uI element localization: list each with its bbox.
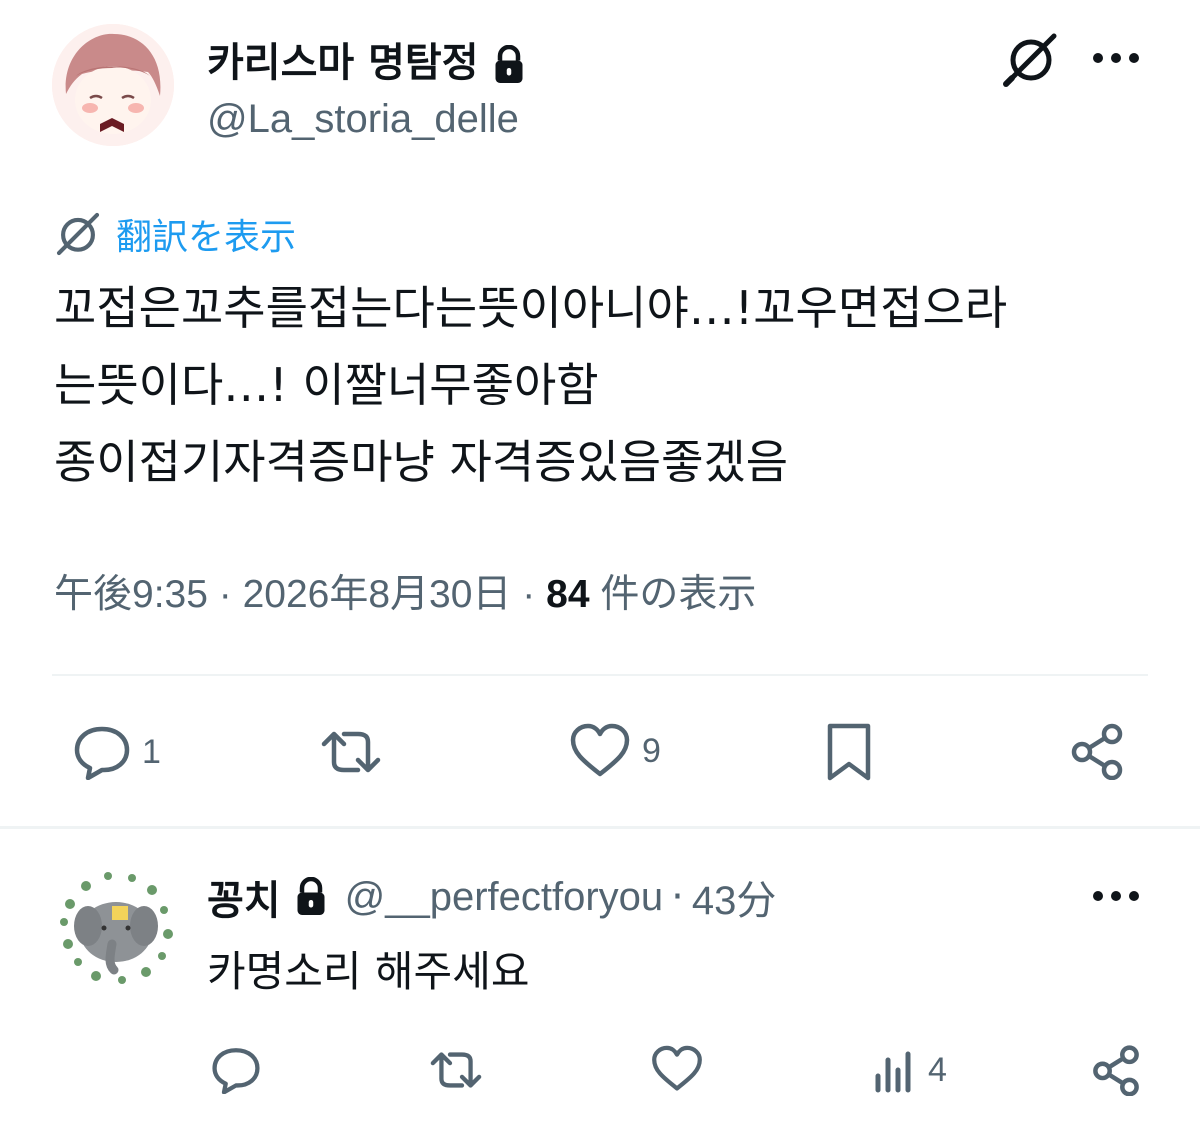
share-icon <box>1068 722 1126 780</box>
reply-views-button[interactable]: 4 <box>874 1046 947 1094</box>
like-button[interactable]: 9 <box>568 722 661 780</box>
retweet-button[interactable] <box>316 724 386 780</box>
translate-label[interactable]: 翻訳を表示 <box>116 208 296 260</box>
reply-retweet-button[interactable] <box>426 1046 486 1094</box>
reply-count: 1 <box>142 732 161 771</box>
tweet-meta: 午後9:35 · 2026年8月30日 · 84 件の表示 <box>54 563 756 619</box>
reply-author-handle[interactable]: @__perfectforyou <box>345 875 664 920</box>
tweet-date[interactable]: 2026年8月30日 <box>243 573 512 616</box>
translate-link[interactable]: 翻訳を表示 <box>54 208 296 260</box>
bookmark-button[interactable] <box>824 722 874 782</box>
reply-button[interactable]: 1 <box>72 724 161 780</box>
views-label: 件の表示 <box>600 573 757 616</box>
reply-header: 꽁치 @__perfectforyou · 43分 <box>207 868 776 926</box>
reply-author-avatar[interactable] <box>52 864 178 990</box>
reply-like-button[interactable] <box>650 1044 704 1094</box>
like-count: 9 <box>642 731 661 770</box>
tweet-text-line: 는뜻이다…! 이짤너무좋아함 <box>54 358 599 412</box>
author-handle[interactable]: @La_storia_delle <box>207 97 519 142</box>
reply-time[interactable]: 43分 <box>692 868 777 926</box>
tweet-text: 꼬접은꼬추를접는다는뜻이아니야…!꼬우면접으라 는뜻이다…! 이짤너무좋아함 종… <box>54 270 1164 501</box>
meta-separator: · <box>218 573 232 616</box>
author-display-name[interactable]: 카리스마 명탐정 <box>207 30 527 88</box>
like-icon <box>568 722 632 780</box>
reply-author-name[interactable]: 꽁치 <box>207 868 281 926</box>
divider <box>52 674 1148 676</box>
author-avatar[interactable] <box>52 24 174 146</box>
more-icon <box>1092 890 1140 902</box>
views-count: 84 <box>546 573 590 616</box>
more-icon <box>1092 52 1140 64</box>
meta-separator: · <box>522 573 536 616</box>
bookmark-icon <box>824 722 874 782</box>
translate-icon <box>54 210 102 258</box>
share-button[interactable] <box>1068 722 1126 780</box>
section-divider <box>0 826 1200 829</box>
tweet-text-line: 종이접기자격증마냥 자격증있음좋겠음 <box>54 435 789 489</box>
lock-icon <box>491 45 527 85</box>
reply-more-options-button[interactable] <box>1086 876 1146 916</box>
tweet-time[interactable]: 午後9:35 <box>54 573 208 616</box>
retweet-icon <box>426 1046 486 1094</box>
reply-separator: · <box>671 874 684 920</box>
like-icon <box>650 1044 704 1094</box>
reply-icon <box>210 1046 262 1094</box>
reply-share-button[interactable] <box>1090 1044 1142 1096</box>
tweet-text-line: 꼬접은꼬추를접는다는뜻이아니야…!꼬우면접으라 <box>54 281 1008 335</box>
retweet-icon <box>316 724 386 780</box>
reply-text: 카명소리 해주세요 <box>207 947 530 996</box>
author-name-text[interactable]: 카리스마 명탐정 <box>207 40 479 86</box>
grok-button[interactable] <box>1000 30 1062 88</box>
reply-icon <box>72 724 132 780</box>
reply-views-count: 4 <box>928 1050 947 1089</box>
lock-icon <box>293 877 329 917</box>
grok-icon <box>1002 30 1060 88</box>
share-icon <box>1090 1044 1142 1096</box>
views-icon <box>874 1046 918 1094</box>
reply-reply-button[interactable] <box>210 1046 262 1094</box>
more-options-button[interactable] <box>1086 38 1146 78</box>
